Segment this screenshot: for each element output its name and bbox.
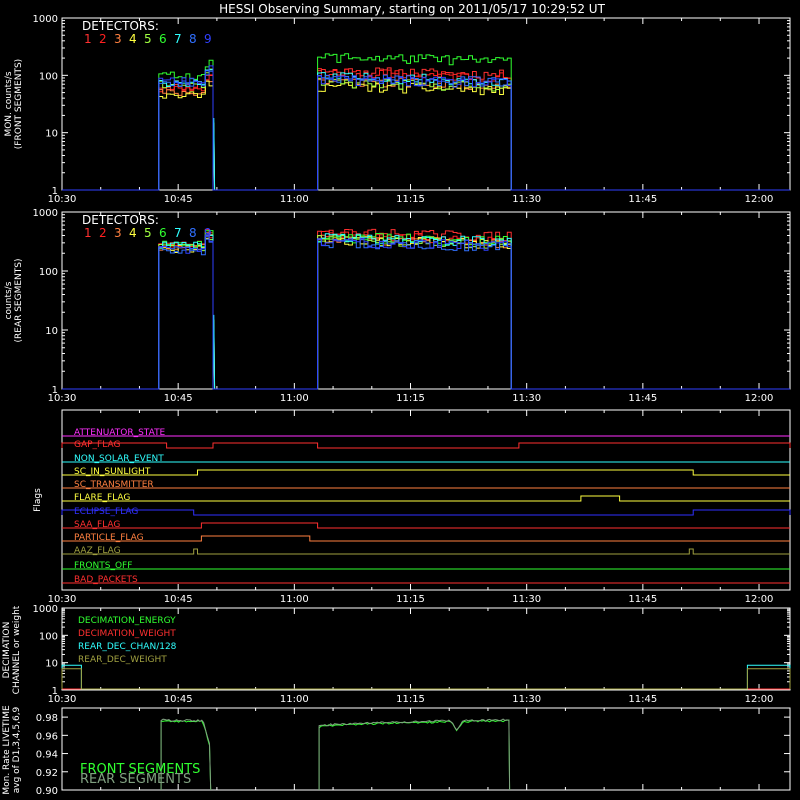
live-ytick-label: 0.96	[36, 731, 58, 742]
flag-label: ATTENUATOR_STATE	[74, 428, 166, 438]
rear-panel-detector-number: 3	[114, 226, 122, 240]
rear-panel-ylabel: counts/s	[4, 281, 14, 319]
live-panel-ylabel: Mon. Rate LIVETIME	[2, 705, 12, 795]
flag-label: FRONTS_OFF	[74, 561, 132, 571]
front-panel-xtick-label: 10:45	[164, 194, 193, 205]
front-panel-detector-number: 4	[129, 32, 137, 46]
flag-label: FLARE_FLAG	[74, 493, 130, 503]
flags-panel-xtick-label: 10:45	[164, 594, 193, 605]
front-panel-detector-number: 9	[204, 32, 212, 46]
rear-panel-xtick-label: 11:30	[512, 393, 541, 404]
flags-panel-xtick-label: 11:30	[512, 594, 541, 605]
front-panel-detector-number: 6	[159, 32, 167, 46]
decim-panel-xtick-label: 10:45	[164, 694, 193, 705]
flag-label: SC_IN_SUNLIGHT	[74, 467, 151, 477]
flags-panel-xtick-label: 12:00	[745, 594, 774, 605]
flag-label: SAA_FLAG	[74, 520, 120, 530]
front-panel-ytick-label: 100	[39, 71, 58, 82]
decim-panel-ytick-label: 100	[39, 631, 58, 642]
rear-panel-xtick-label: 12:00	[745, 393, 774, 404]
decim-panel-ytick-label: 1000	[33, 604, 58, 615]
front-panel-detectors-label: DETECTORS:	[82, 19, 159, 33]
rear-panel-xtick-label: 11:45	[628, 393, 657, 404]
rear-panel-detector-number: 1	[84, 226, 92, 240]
flag-label: GAP_FLAG	[74, 440, 120, 450]
decim-legend-label: DECIMATION_ENERGY	[78, 616, 176, 626]
rear-panel-detector-number: 7	[174, 226, 182, 240]
decim-legend-label: DECIMATION_WEIGHT	[78, 629, 176, 639]
rear-panel-ytick-label: 100	[39, 267, 58, 278]
rear-panel-detector-number: 6	[159, 226, 167, 240]
rear-panel-ytick-label: 1000	[33, 208, 58, 219]
front-panel-detector-number: 7	[174, 32, 182, 46]
live-panel-ylabel: avg of D1,3,4,5,6,9	[12, 706, 22, 793]
live-ytick-label: 0.94	[36, 750, 58, 761]
flag-label: BAD_PACKETS	[74, 575, 138, 585]
live-ytick-label: 0.92	[36, 768, 58, 779]
decim-panel-xtick-label: 11:30	[512, 694, 541, 705]
front-panel-ylabel: (FRONT SEGMENTS)	[14, 59, 24, 149]
rear-panel-ytick-label: 1	[52, 385, 58, 396]
flags-panel-xtick-label: 11:00	[280, 594, 309, 605]
rear-panel-xtick-label: 11:00	[280, 393, 309, 404]
decim-panel-ytick-label: 10	[45, 659, 58, 670]
decim-panel-ytick-label: 1	[52, 686, 58, 697]
live-ytick-label: 0.90	[36, 786, 58, 797]
rear-panel-detector-number: 5	[144, 226, 152, 240]
live-ytick-label: 0.98	[36, 713, 58, 724]
front-panel-ylabel: MON. counts/s	[4, 71, 14, 136]
front-panel-xtick-label: 11:00	[280, 194, 309, 205]
rear-panel-detector-number: 8	[189, 226, 197, 240]
front-panel-detector-number: 3	[114, 32, 122, 46]
rear-panel-detectors-label: DETECTORS:	[82, 213, 159, 227]
front-panel-detector-number: 5	[144, 32, 152, 46]
front-panel-detector-number: 2	[99, 32, 107, 46]
decim-legend-label: REAR_DEC_WEIGHT	[78, 655, 167, 665]
rear-panel-xtick-label: 10:45	[164, 393, 193, 404]
rear-panel-detector-number: 4	[129, 226, 137, 240]
front-panel-xtick-label: 11:30	[512, 194, 541, 205]
decim-panel-xtick-label: 11:00	[280, 694, 309, 705]
rear-panel-xtick-label: 11:15	[396, 393, 425, 404]
front-panel-ytick-label: 10	[45, 129, 58, 140]
rear-panel-detector-number: 2	[99, 226, 107, 240]
front-panel-ytick-label: 1000	[33, 14, 58, 25]
front-panel-ytick-label: 1	[52, 186, 58, 197]
figure-title: HESSI Observing Summary, starting on 201…	[219, 2, 605, 16]
decim-panel-xtick-label: 11:45	[628, 694, 657, 705]
flags-panel-xtick-label: 11:45	[628, 594, 657, 605]
rear-panel-detector-number: 9	[204, 226, 212, 240]
flag-label: PARTICLE_FLAG	[74, 533, 144, 543]
flags-panel-xtick-label: 11:15	[396, 594, 425, 605]
flags-panel-ylabel: Flags	[33, 488, 43, 512]
flag-label: AAZ_FLAG	[74, 546, 121, 556]
decim-legend-label: REAR_DEC_CHAN/128	[78, 642, 177, 652]
flag-label: NON_SOLAR_EVENT	[74, 454, 164, 464]
live-legend-rear: REAR SEGMENTS	[80, 772, 191, 787]
flag-label: ECLIPSE_FLAG	[74, 507, 138, 517]
rear-panel-ylabel: (REAR SEGMENTS)	[14, 258, 24, 342]
decim-panel-ylabel: CHANNEL or weight	[12, 605, 22, 694]
decim-panel-xtick-label: 11:15	[396, 694, 425, 705]
front-panel-xtick-label: 11:15	[396, 194, 425, 205]
front-panel-xtick-label: 12:00	[745, 194, 774, 205]
front-panel-detector-number: 1	[84, 32, 92, 46]
front-panel-xtick-label: 11:45	[628, 194, 657, 205]
decim-panel-xtick-label: 12:00	[745, 694, 774, 705]
rear-panel-ytick-label: 10	[45, 326, 58, 337]
flag-label: SC_TRANSMITTER	[74, 480, 154, 490]
observing-summary-figure: HESSI Observing Summary, starting on 201…	[0, 0, 800, 800]
decim-panel-ylabel: DECIMATION	[2, 622, 12, 679]
front-panel-detector-number: 8	[189, 32, 197, 46]
